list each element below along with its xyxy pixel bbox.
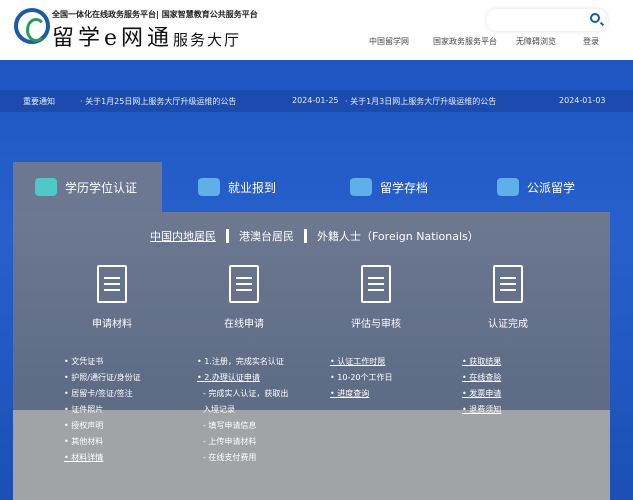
list-item: - 完成实人认证，获取出 bbox=[203, 389, 289, 398]
plane-globe-icon bbox=[497, 178, 519, 196]
refund-link[interactable]: 退费须知 bbox=[462, 402, 501, 418]
tab-label: 就业报到 bbox=[228, 180, 277, 195]
time-limit-link[interactable]: 认证工作时限 bbox=[330, 354, 393, 370]
brand[interactable]: 留学e网通服务大厅 bbox=[52, 20, 241, 52]
step-review: 评估与审核 bbox=[331, 265, 421, 330]
notice-bar: 重要通知 · 关于1月25日网上服务大厅升级运维的公告 2024-01-25 ·… bbox=[0, 90, 633, 112]
list-item: 授权声明 bbox=[64, 418, 141, 434]
list-item: 护照/通行证/身份证 bbox=[64, 370, 140, 386]
nav-link-accessibility[interactable]: 无障碍浏览 bbox=[516, 36, 556, 47]
tab-degree-certification[interactable]: 学历学位认证 bbox=[13, 162, 162, 212]
tab-label: 学历学位认证 bbox=[65, 180, 138, 195]
nav-link-login[interactable]: 登录 bbox=[583, 36, 599, 47]
form-edit-icon bbox=[229, 265, 259, 303]
cube-icon bbox=[198, 178, 220, 196]
step-materials: 申请材料 bbox=[67, 265, 157, 330]
folder-icon bbox=[350, 178, 372, 196]
residency-tabs: 中国内地居民 港澳台居民 外籍人士（Foreign Nationals） bbox=[150, 228, 479, 244]
notice-date: 2024-01-25 bbox=[292, 96, 339, 105]
divider bbox=[226, 229, 229, 243]
list-item: 10-20个工作日 bbox=[330, 370, 392, 386]
notice-date: 2024-01-03 bbox=[559, 96, 606, 105]
apply-list: 1.注册，完成实名认证 2.办理认证申请 - 完成实人认证，获取出 入境记录 -… bbox=[197, 354, 288, 466]
list-item: 其他材料 bbox=[64, 434, 141, 450]
list-item: 文凭证书 bbox=[64, 354, 141, 370]
tab-government-sponsored[interactable]: 公派留学 bbox=[497, 162, 575, 212]
step-complete: 认证完成 bbox=[463, 265, 553, 330]
step-title: 在线申请 bbox=[224, 319, 264, 330]
search-icon[interactable] bbox=[590, 13, 600, 23]
subtab-hk-macao-taiwan[interactable]: 港澳台居民 bbox=[239, 228, 294, 244]
step-title: 评估与审核 bbox=[351, 319, 401, 330]
review-list: 认证工作时限 10-20个工作日 进度查询 bbox=[330, 354, 393, 402]
online-verify-link[interactable]: 在线查验 bbox=[462, 370, 501, 386]
list-item: - 上传申请材料 bbox=[203, 437, 257, 446]
list-item: 居留卡/签证/签注 bbox=[64, 386, 141, 402]
nav-link-gov-platform[interactable]: 国家政务服务平台 bbox=[433, 36, 497, 47]
documents-icon bbox=[97, 265, 127, 303]
materials-details-link[interactable]: 材料详情 bbox=[64, 450, 141, 466]
graduation-cap-icon bbox=[35, 178, 57, 196]
checklist-icon bbox=[493, 265, 523, 303]
tab-study-archive[interactable]: 留学存档 bbox=[350, 162, 428, 212]
slogan: 全国一体化在线政务服务平台| 国家智慧教育公共服务平台 bbox=[52, 10, 258, 19]
list-item: 1.注册，完成实名认证 bbox=[197, 354, 288, 370]
list-item: 入境记录 bbox=[203, 405, 235, 414]
complete-list: 获取结果 在线查验 发票申请 退费须知 bbox=[462, 354, 501, 418]
list-item: 证件照片 bbox=[64, 402, 141, 418]
divider bbox=[304, 229, 307, 243]
progress-query-link[interactable]: 进度查询 bbox=[330, 386, 393, 402]
invoice-link[interactable]: 发票申请 bbox=[462, 386, 501, 402]
tab-label: 公派留学 bbox=[527, 180, 576, 195]
step-online-apply: 在线申请 bbox=[199, 265, 289, 330]
document-eye-icon bbox=[361, 265, 391, 303]
notice-link[interactable]: · 关于1月25日网上服务大厅升级运维的公告 bbox=[80, 96, 236, 107]
subtab-foreign[interactable]: 外籍人士（Foreign Nationals） bbox=[317, 228, 479, 244]
step-title: 认证完成 bbox=[488, 319, 528, 330]
tab-employment-report[interactable]: 就业报到 bbox=[198, 162, 276, 212]
materials-list: 文凭证书 护照/通行证/身份证 居留卡/签证/签注 证件照片 授权声明 其他材料… bbox=[64, 354, 141, 466]
notice-label: 重要通知 bbox=[23, 97, 55, 106]
list-item: - 填写申请信息 bbox=[203, 421, 257, 430]
header: 全国一体化在线政务服务平台| 国家智慧教育公共服务平台 留学e网通服务大厅 中国… bbox=[0, 0, 633, 60]
get-result-link[interactable]: 获取结果 bbox=[462, 354, 501, 370]
brand-title: 留学e网通 bbox=[52, 26, 174, 51]
search-input[interactable] bbox=[486, 9, 608, 31]
brand-subtitle: 服务大厅 bbox=[173, 31, 242, 49]
subtab-mainland[interactable]: 中国内地居民 bbox=[150, 228, 216, 244]
notice-link[interactable]: · 关于1月3日网上服务大厅升级运维的公告 bbox=[345, 96, 496, 107]
apply-link[interactable]: 2.办理认证申请 bbox=[197, 370, 288, 386]
step-title: 申请材料 bbox=[92, 319, 132, 330]
tab-label: 留学存档 bbox=[380, 180, 429, 195]
logo-icon bbox=[14, 8, 50, 44]
list-item: - 在线支付费用 bbox=[203, 453, 257, 462]
nav-link-china-study[interactable]: 中国留学网 bbox=[369, 36, 409, 47]
